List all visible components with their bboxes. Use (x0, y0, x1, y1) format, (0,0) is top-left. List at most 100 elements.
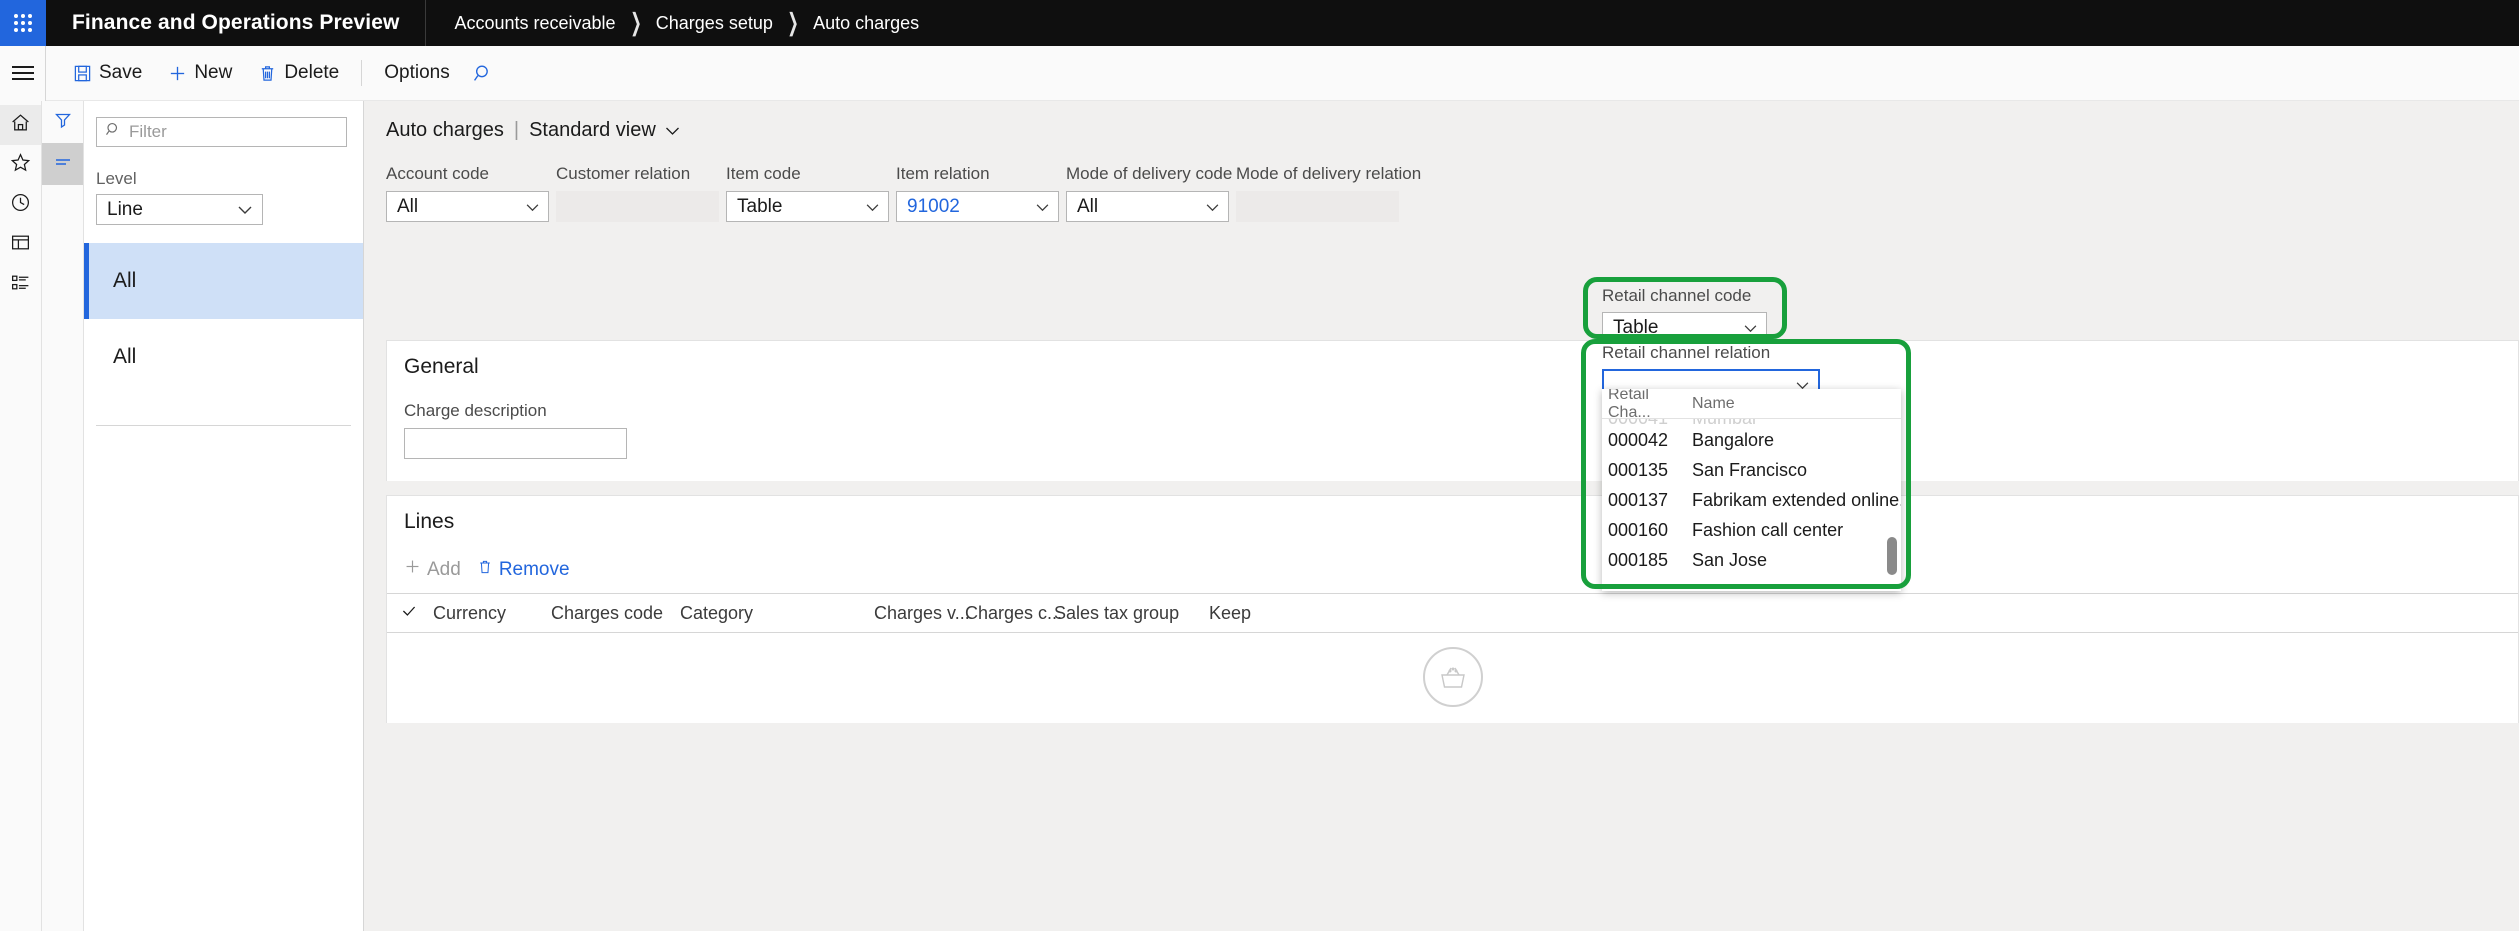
retail-channel-relation-label: Retail channel relation (1602, 343, 1902, 363)
column-header-currency[interactable]: Currency (433, 603, 551, 624)
field-item-relation: Item relation 91002 (896, 164, 1066, 222)
page-title: Auto charges (386, 119, 504, 142)
column-header-charges-value[interactable]: Charges v... (874, 603, 965, 624)
breadcrumb-item-0[interactable]: Accounts receivable (454, 13, 615, 34)
lines-grid-empty-state (387, 633, 2518, 723)
field-account-code: Account code All (386, 164, 556, 222)
lines-section-title[interactable]: Lines (387, 496, 2518, 548)
general-section-title[interactable]: General (387, 341, 2518, 393)
column-header-charges-curr[interactable]: Charges c... (965, 603, 1054, 624)
dropdown-item-code: 000041 (1602, 419, 1692, 425)
chevron-down-icon (1035, 200, 1050, 214)
dropdown-item[interactable]: 000042 Bangalore (1602, 425, 1901, 455)
rail-item-modules[interactable] (0, 265, 41, 305)
lines-grid-header: Currency Charges code Category Charges v… (387, 593, 2518, 633)
delete-button[interactable]: Delete (245, 54, 352, 92)
waffle-menu-button[interactable] (0, 0, 46, 46)
dropdown-item-partial[interactable]: 000041 Mumbai (1602, 419, 1901, 425)
retail-channel-relation-dropdown[interactable]: Retail Cha... Name 000041 Mumbai 000042 … (1602, 389, 1901, 591)
chevron-down-icon (865, 200, 880, 214)
column-header-charges-code[interactable]: Charges code (551, 603, 680, 624)
search-button[interactable] (463, 54, 504, 92)
list-lines-button[interactable] (42, 143, 83, 185)
rail-item-home[interactable] (0, 105, 41, 145)
check-icon[interactable] (401, 603, 433, 624)
list-item[interactable]: All (84, 243, 363, 319)
filter-input[interactable] (129, 122, 338, 142)
dropdown-item-code: 000137 (1602, 490, 1692, 511)
remove-line-button[interactable]: Remove (477, 559, 570, 581)
dropdown-scrollbar-thumb[interactable] (1887, 537, 1897, 575)
new-label: New (194, 62, 232, 84)
save-label: Save (99, 62, 142, 84)
filter-input-wrapper[interactable] (96, 117, 347, 147)
command-bar: Save New Delete Options (0, 46, 2519, 101)
navigation-rail (0, 101, 42, 931)
column-header-keep[interactable]: Keep (1209, 603, 1251, 624)
item-code-combo[interactable]: Table (726, 191, 889, 222)
column-header-category[interactable]: Category (680, 603, 874, 624)
save-button[interactable]: Save (60, 54, 155, 92)
dropdown-header: Retail Cha... Name (1602, 389, 1901, 419)
account-code-value: All (397, 196, 418, 218)
options-button[interactable]: Options (371, 54, 462, 92)
retail-channel-code-field: Retail channel code Table (1602, 286, 1767, 343)
mode-of-delivery-relation-input[interactable] (1236, 191, 1399, 222)
dropdown-item[interactable]: 000135 San Francisco (1602, 455, 1901, 485)
mode-of-delivery-code-combo[interactable]: All (1066, 191, 1229, 222)
trash-icon (258, 64, 277, 83)
field-mode-of-delivery-code: Mode of delivery code All (1066, 164, 1236, 222)
level-select[interactable]: Line (96, 194, 263, 225)
level-value: Line (107, 199, 143, 221)
dropdown-item-code: 000135 (1602, 460, 1692, 481)
dropdown-column-code: Retail Cha... (1602, 389, 1692, 422)
plus-icon (168, 64, 187, 83)
general-section: General Charge description (386, 340, 2519, 481)
breadcrumb-item-1[interactable]: Charges setup (656, 13, 773, 34)
rail-item-favorites[interactable] (0, 145, 41, 185)
breadcrumb-item-2[interactable]: Auto charges (813, 13, 919, 34)
dropdown-item-name: Fashion call center (1692, 520, 1901, 541)
charge-description-input[interactable] (404, 428, 627, 459)
field-label: Account code (386, 164, 556, 184)
dropdown-item-name: Mumbai (1692, 419, 1901, 425)
rail-item-workspaces[interactable] (0, 225, 41, 265)
command-bar-items: Save New Delete Options (46, 46, 504, 101)
home-icon (10, 112, 31, 138)
remove-line-label: Remove (499, 559, 570, 581)
retail-channel-code-value: Table (1613, 317, 1658, 339)
chevron-down-icon (1205, 200, 1220, 214)
dropdown-item[interactable]: 000160 Fashion call center (1602, 515, 1901, 545)
dropdown-item[interactable]: 000185 San Jose (1602, 545, 1901, 575)
record-list: All All (84, 243, 363, 395)
filter-fields-row: Account code All Customer relation Item … (364, 142, 2519, 222)
list-item[interactable]: All (84, 319, 363, 395)
search-icon (105, 121, 122, 143)
customer-relation-input[interactable] (556, 191, 719, 222)
new-button[interactable]: New (155, 54, 245, 92)
item-relation-lookup[interactable]: 91002 (896, 191, 1059, 222)
column-header-sales-tax-group[interactable]: Sales tax group (1054, 603, 1209, 624)
filter-funnel-button[interactable] (42, 101, 83, 143)
list-item-label: All (113, 269, 136, 293)
view-selector-bar: Auto charges | Standard view (364, 101, 2519, 142)
rail-item-recent[interactable] (0, 185, 41, 225)
filter-funnel-icon (53, 110, 73, 135)
chevron-down-icon (237, 200, 253, 219)
dropdown-item-code: 000042 (1602, 430, 1692, 451)
dropdown-item[interactable]: 000137 Fabrikam extended online... (1602, 485, 1901, 515)
dropdown-item-name: Fabrikam extended online... (1692, 490, 1901, 511)
search-icon (473, 63, 494, 84)
lines-section: Lines Add Remove (386, 495, 2519, 723)
chevron-right-icon: ❯ (787, 9, 798, 38)
nav-toggle-button[interactable] (0, 46, 46, 101)
chevron-down-icon (525, 200, 540, 214)
retail-channel-code-combo[interactable]: Table (1602, 312, 1767, 343)
account-code-combo[interactable]: All (386, 191, 549, 222)
add-line-button[interactable]: Add (404, 558, 461, 581)
view-switcher[interactable]: Standard view (529, 119, 681, 142)
section-gap (386, 481, 2519, 495)
list-item-label: All (113, 345, 136, 369)
dropdown-rows: 000041 Mumbai 000042 Bangalore 000135 Sa… (1602, 419, 1901, 591)
general-section-body: Charge description (387, 393, 2518, 481)
